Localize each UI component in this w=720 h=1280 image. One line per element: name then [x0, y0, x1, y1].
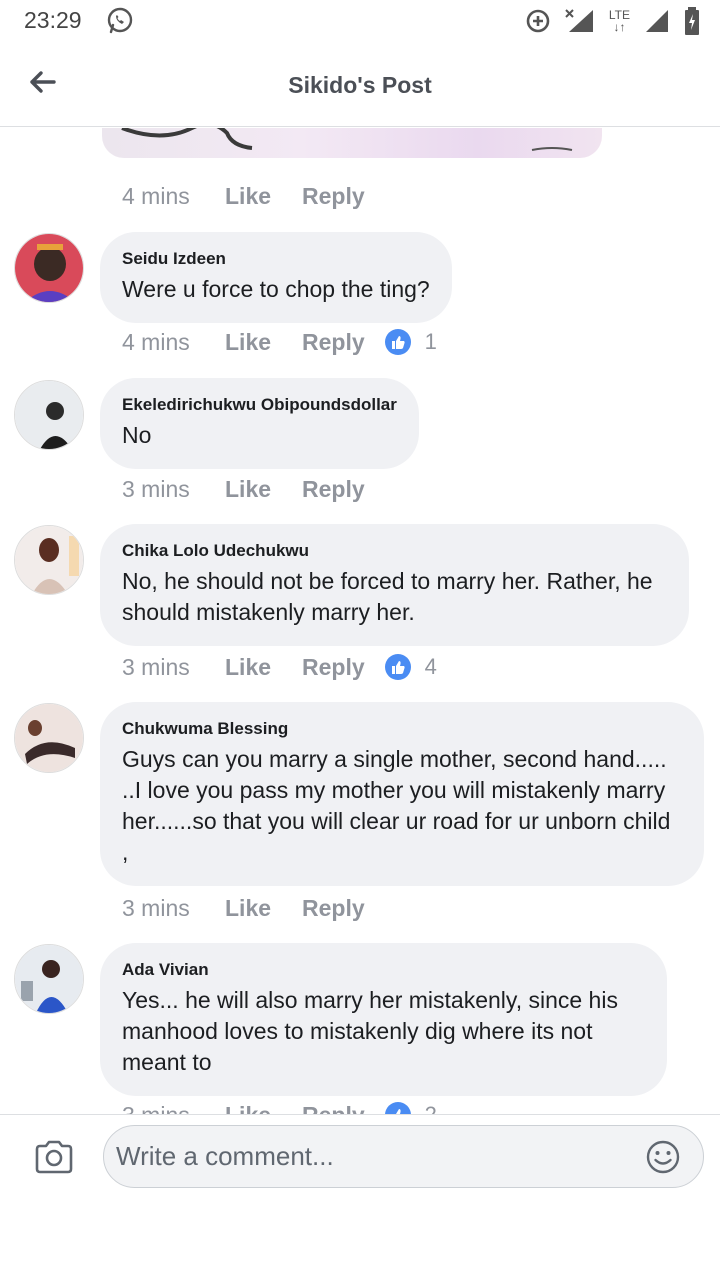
comment-composer: [0, 1114, 720, 1280]
comment-time: 3 mins: [122, 1102, 225, 1115]
status-bar: 23:29 LTE ↓↑: [0, 0, 720, 42]
comment-bubble: Chukwuma Blessing Guys can you marry a s…: [100, 702, 704, 886]
comment-time: 3 mins: [122, 653, 190, 680]
comment-input[interactable]: [116, 1126, 636, 1187]
comment-box: [103, 1125, 704, 1188]
reply-button[interactable]: Reply: [302, 895, 365, 922]
comment-meta: 3 mins Like Reply: [122, 893, 365, 923]
comment-meta: 4 mins Like Reply 1: [122, 327, 437, 357]
data-saver-icon: [526, 9, 550, 33]
reaction-summary[interactable]: 1: [384, 329, 437, 355]
battery-charging-icon: [685, 7, 699, 35]
reply-button[interactable]: Reply: [302, 183, 365, 210]
comment-author[interactable]: Chukwuma Blessing: [122, 719, 682, 739]
comment-bubble: Ekeledirichukwu Obipoundsdollar No: [100, 378, 419, 469]
reply-button[interactable]: Reply: [302, 329, 365, 356]
comment-bubble: Chika Lolo Udechukwu No, he should not b…: [100, 524, 689, 646]
lte-icon: LTE ↓↑: [609, 9, 630, 33]
comment-text: Yes... he will also marry her mistakenly…: [122, 987, 618, 1075]
comment-time: 3 mins: [122, 475, 190, 502]
like-button[interactable]: Like: [225, 476, 302, 503]
comment-meta: 3 mins Like Reply 4: [122, 652, 437, 682]
avatar[interactable]: [14, 380, 84, 450]
data-arrows-icon: ↓↑: [613, 20, 626, 34]
comment-text: Were u force to chop the ting?: [122, 276, 430, 302]
like-button[interactable]: Like: [225, 1102, 302, 1115]
comment-meta: 4 mins Like Reply: [122, 181, 365, 211]
avatar[interactable]: [14, 525, 84, 595]
comment-author[interactable]: Seidu Izdeen: [122, 249, 430, 269]
signal-icon: [646, 10, 668, 32]
thumbs-up-icon: [384, 654, 411, 680]
avatar[interactable]: [14, 944, 84, 1014]
comment-bubble: Ada Vivian Yes... he will also marry her…: [100, 943, 667, 1096]
comment-meta: 3 mins Like Reply: [122, 474, 365, 504]
thumbs-up-icon: [384, 329, 411, 355]
comment-bubble: Seidu Izdeen Were u force to chop the ti…: [100, 232, 452, 323]
comments-feed[interactable]: 4 mins Like Reply Seidu Izdeen Were u fo…: [0, 128, 720, 1114]
smiley-icon[interactable]: [645, 1139, 681, 1175]
comment-text: Guys can you marry a single mother, seco…: [122, 746, 671, 865]
reaction-summary[interactable]: 4: [384, 654, 437, 680]
page-title: Sikido's Post: [288, 72, 432, 98]
reply-button[interactable]: Reply: [302, 476, 365, 503]
status-icons: LTE ↓↑: [525, 6, 700, 36]
like-button[interactable]: Like: [225, 895, 302, 922]
comment-time: 4 mins: [122, 328, 190, 355]
like-button[interactable]: Like: [225, 183, 302, 210]
reaction-count: 2: [425, 1102, 437, 1114]
comment-image-attachment[interactable]: [102, 128, 602, 158]
camera-icon[interactable]: [34, 1139, 74, 1175]
reaction-count: 1: [424, 329, 437, 354]
whatsapp-icon: [107, 7, 133, 34]
avatar[interactable]: [14, 703, 84, 773]
like-button[interactable]: Like: [225, 329, 302, 356]
comment-text: No: [122, 422, 152, 448]
comment-author[interactable]: Chika Lolo Udechukwu: [122, 541, 667, 561]
avatar[interactable]: [14, 233, 84, 303]
comment-author[interactable]: Ada Vivian: [122, 960, 645, 980]
reaction-summary[interactable]: 2: [384, 1102, 437, 1114]
comment-author[interactable]: Ekeledirichukwu Obipoundsdollar: [122, 395, 397, 415]
like-button[interactable]: Like: [225, 654, 302, 681]
comment-time: 4 mins: [122, 182, 190, 209]
comment-time: 3 mins: [122, 894, 190, 921]
reply-button[interactable]: Reply: [302, 1102, 365, 1115]
thumbs-up-icon: [384, 1102, 411, 1114]
comment-meta: 3 mins Like Reply 2: [122, 1100, 437, 1114]
status-time: 23:29: [24, 7, 82, 33]
app-header: Sikido's Post: [0, 42, 720, 127]
no-signal-icon: [565, 9, 593, 32]
reaction-count: 4: [424, 654, 437, 679]
comment-text: No, he should not be forced to marry her…: [122, 568, 653, 625]
reply-button[interactable]: Reply: [302, 654, 365, 681]
